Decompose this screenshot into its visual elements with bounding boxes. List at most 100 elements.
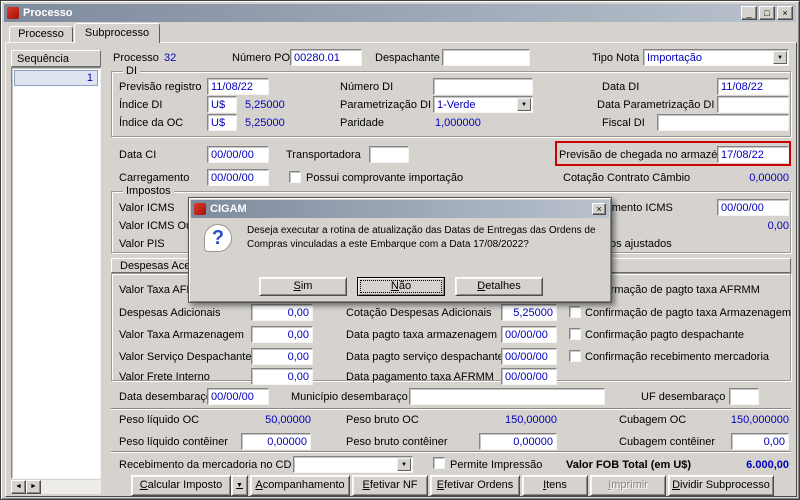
chevron-down-icon[interactable]: ▼ bbox=[517, 98, 531, 111]
valor-taxa-armazenagem-label: Valor Taxa Armazenagem bbox=[119, 329, 244, 341]
data-pagamento-afrmm-field[interactable]: 00/00/00 bbox=[501, 368, 557, 385]
valor-pis-label: Valor PIS bbox=[119, 238, 165, 250]
nao-button[interactable]: Não bbox=[357, 277, 445, 296]
valor-taxa-armazenagem-field[interactable]: 0,00 bbox=[251, 326, 313, 343]
peso-bruto-oc-label: Peso bruto OC bbox=[346, 414, 419, 426]
confirmacao-mercadoria-label: Confirmação recebimento mercadoria bbox=[585, 351, 770, 363]
indice-oc-currency-field[interactable]: U$ bbox=[207, 114, 237, 131]
dialog-close-icon[interactable]: × bbox=[592, 203, 606, 215]
uf-desembaraco-label: UF desembaraço bbox=[641, 391, 726, 403]
fiscal-di-field[interactable] bbox=[657, 114, 789, 131]
data-ci-field[interactable]: 00/00/00 bbox=[207, 146, 269, 163]
tipo-nota-label: Tipo Nota bbox=[592, 52, 640, 64]
impostos-legend: Impostos bbox=[123, 185, 174, 197]
dialog-titlebar[interactable]: CIGAM × bbox=[191, 200, 609, 218]
imprimir-button: Imprimir bbox=[590, 475, 666, 496]
indice-di-label: Índice DI bbox=[119, 99, 163, 111]
data-pagamento-icms-field[interactable]: 00/00/00 bbox=[717, 199, 789, 216]
window-title: Processo bbox=[23, 7, 73, 19]
window-titlebar[interactable]: Processo _ □ × bbox=[4, 4, 796, 22]
valor-frete-interno-field[interactable]: 0,00 bbox=[251, 368, 313, 385]
municipio-desembaraco-field[interactable] bbox=[409, 388, 605, 405]
chevron-down-icon[interactable]: ▼ bbox=[397, 458, 411, 471]
cigam-icon bbox=[194, 203, 206, 215]
cotacao-despesas-field[interactable]: 5,25000 bbox=[501, 304, 557, 321]
recebimento-cd-select[interactable]: ▼ bbox=[293, 456, 413, 473]
close-icon[interactable]: × bbox=[777, 6, 793, 20]
confirmacao-mercadoria-checkbox[interactable] bbox=[569, 350, 581, 362]
peso-bruto-conteiner-field[interactable]: 0,00000 bbox=[479, 433, 557, 450]
fiscal-di-label: Fiscal DI bbox=[602, 117, 645, 129]
possui-comprovante-checkbox[interactable] bbox=[289, 171, 301, 183]
minimize-icon[interactable]: _ bbox=[741, 6, 757, 20]
data-parametrizacao-di-field[interactable] bbox=[717, 96, 789, 113]
cubagem-conteiner-field[interactable]: 0,00 bbox=[731, 433, 789, 450]
data-pagto-armazenagem-field[interactable]: 00/00/00 bbox=[501, 326, 557, 343]
transportadora-field[interactable] bbox=[369, 146, 409, 163]
indice-di-currency-field[interactable]: U$ bbox=[207, 96, 237, 113]
data-di-field[interactable]: 11/08/22 bbox=[717, 78, 789, 95]
scroll-right-icon[interactable]: ► bbox=[26, 480, 41, 494]
peso-bruto-conteiner-label: Peso bruto contêiner bbox=[346, 436, 448, 448]
peso-liquido-oc-label: Peso líquido OC bbox=[119, 414, 200, 426]
tipo-nota-value: Importação bbox=[647, 52, 703, 64]
permite-impressao-checkbox[interactable] bbox=[433, 457, 445, 469]
valor-servico-despachante-field[interactable]: 0,00 bbox=[251, 348, 313, 365]
processo-window: Processo _ □ × Processo Subprocesso Sequ… bbox=[0, 0, 800, 500]
valor-frete-interno-label: Valor Frete Interno bbox=[119, 371, 210, 383]
valor-servico-despachante-label: Valor Serviço Despachante bbox=[119, 351, 252, 363]
numero-po-label: Número PO bbox=[232, 52, 291, 64]
data-pagto-despachante-field[interactable]: 00/00/00 bbox=[501, 348, 557, 365]
parametrizacao-di-label: Parametrização DI bbox=[340, 99, 432, 111]
efetivar-ordens-button[interactable]: Efetivar Ordens bbox=[430, 475, 520, 496]
itens-button[interactable]: Itens bbox=[522, 475, 588, 496]
numero-di-label: Número DI bbox=[340, 81, 394, 93]
highlight-annotation bbox=[555, 141, 791, 166]
carregamento-field[interactable]: 00/00/00 bbox=[207, 169, 269, 186]
transportadora-label: Transportadora bbox=[286, 149, 361, 161]
peso-liquido-oc-value: 50,00000 bbox=[265, 414, 311, 426]
data-ci-label: Data CI bbox=[119, 149, 157, 161]
tab-processo[interactable]: Processo bbox=[9, 26, 73, 42]
cotacao-despesas-label: Cotação Despesas Adicionais bbox=[346, 307, 492, 319]
calcular-imposto-dropdown-icon[interactable]: ▼ bbox=[231, 475, 248, 496]
cubagem-oc-value: 150,000000 bbox=[730, 414, 789, 426]
despesas-adicionais-label: Despesas Adicionais bbox=[119, 307, 221, 319]
maximize-icon[interactable]: □ bbox=[759, 6, 775, 20]
calcular-imposto-button[interactable]: Calcular Imposto bbox=[131, 475, 231, 496]
chevron-down-icon[interactable]: ▼ bbox=[773, 51, 787, 64]
previsao-registro-field[interactable]: 11/08/22 bbox=[207, 78, 269, 95]
valor-fob-label: Valor FOB Total (em U$) bbox=[566, 459, 692, 471]
data-pagto-despachante-label: Data pagto serviço despachante bbox=[346, 351, 504, 363]
paridade-label: Paridade bbox=[340, 117, 385, 129]
sim-button[interactable]: Sim bbox=[259, 277, 347, 296]
indice-oc-value: 5,25000 bbox=[245, 117, 285, 129]
data-desembaraco-field[interactable]: 00/00/00 bbox=[207, 388, 269, 405]
acompanhamento-button[interactable]: Acompanhamento bbox=[250, 475, 350, 496]
recebimento-cd-label: Recebimento da mercadoria no CD bbox=[119, 459, 292, 471]
cigam-dialog: CIGAM × ? Deseja executar a rotina de at… bbox=[188, 197, 612, 303]
paridade-value: 1,000000 bbox=[435, 117, 481, 129]
confirmacao-despachante-checkbox[interactable] bbox=[569, 328, 581, 340]
scroll-left-icon[interactable]: ◄ bbox=[11, 480, 26, 494]
efetivar-nf-button[interactable]: Efetivar NF bbox=[352, 475, 428, 496]
data-parametrizacao-di-label: Data Parametrização DI bbox=[597, 99, 715, 111]
tab-subprocesso[interactable]: Subprocesso bbox=[74, 23, 160, 43]
dividir-subprocesso-button[interactable]: Dividir Subprocesso bbox=[668, 475, 774, 496]
sequencia-row-selected[interactable]: 1 bbox=[14, 70, 98, 86]
peso-liquido-conteiner-field[interactable]: 0,00000 bbox=[241, 433, 311, 450]
tipo-nota-select[interactable]: Importação ▼ bbox=[643, 49, 789, 66]
sequencia-column-header[interactable]: Sequência bbox=[11, 50, 101, 67]
despachante-field[interactable] bbox=[442, 49, 530, 66]
cubagem-oc-label: Cubagem OC bbox=[619, 414, 687, 426]
numero-po-field[interactable]: 00280.01 bbox=[290, 49, 362, 66]
municipio-desembaraco-label: Município desembaraço bbox=[291, 391, 408, 403]
despesas-adicionais-field[interactable]: 0,00 bbox=[251, 304, 313, 321]
parametrizacao-di-select[interactable]: 1-Verde ▼ bbox=[433, 96, 533, 113]
despachante-label: Despachante bbox=[375, 52, 440, 64]
uf-desembaraco-field[interactable] bbox=[729, 388, 759, 405]
confirmacao-armazenagem-checkbox[interactable] bbox=[569, 306, 581, 318]
detalhes-button[interactable]: Detalhes bbox=[455, 277, 543, 296]
sequencia-list[interactable]: 1 bbox=[11, 67, 101, 479]
numero-di-field[interactable] bbox=[433, 78, 533, 95]
